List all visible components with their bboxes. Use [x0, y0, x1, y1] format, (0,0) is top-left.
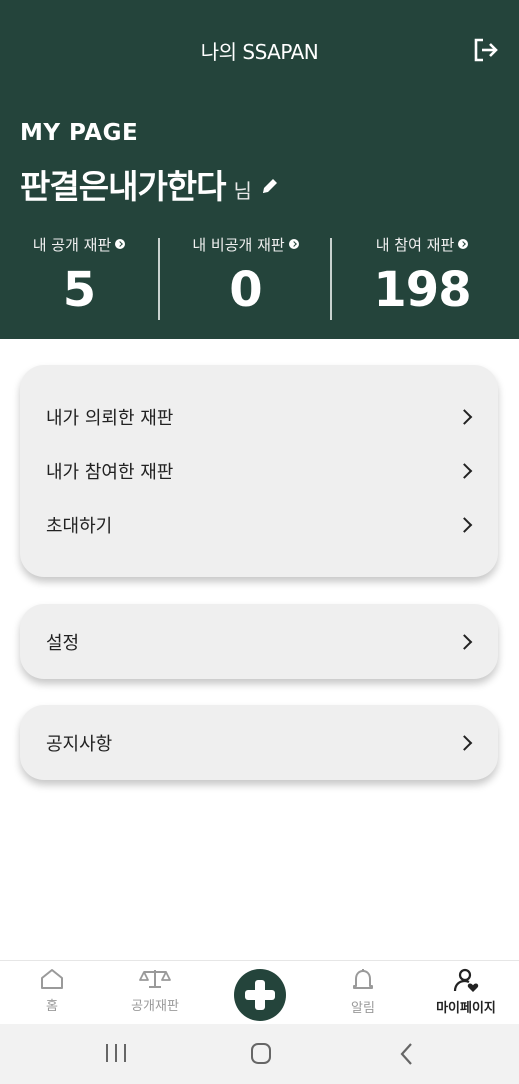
- menu-item-label: 공지사항: [46, 734, 113, 755]
- menu-item-notices[interactable]: 공지사항: [20, 716, 498, 770]
- nav-notifications[interactable]: 알림: [313, 961, 413, 1025]
- profile-header: 나의 SSAPAN MY PAGE 판결은내가한다 님 내 공개 재판 5 내 …: [0, 0, 519, 339]
- stat-value: 198: [373, 262, 471, 318]
- app-title: 나의 SSAPAN: [200, 40, 319, 64]
- bottom-nav: 홈 공개재판 알림 마이페이지: [0, 960, 519, 1024]
- stat-label: 내 공개 재판: [32, 235, 112, 254]
- menu-item-settings[interactable]: 설정: [20, 615, 498, 669]
- logout-icon: [474, 38, 498, 62]
- nav-label: 마이페이지: [436, 1001, 496, 1016]
- nav-mypage[interactable]: 마이페이지: [416, 961, 516, 1025]
- chevron-right-icon: [456, 735, 473, 751]
- menu-card-notices: 공지사항: [20, 705, 498, 780]
- stats-row: 내 공개 재판 5 내 비공개 재판 0 내 참여 재판 198: [0, 232, 519, 324]
- nav-home[interactable]: 홈: [2, 961, 102, 1025]
- recent-apps-icon[interactable]: [104, 1042, 128, 1064]
- menu-item-invite[interactable]: 초대하기: [20, 498, 498, 552]
- menu-item-label: 내가 참여한 재판: [46, 462, 174, 483]
- system-nav-bar: [0, 1024, 519, 1084]
- chevron-right-icon: [456, 409, 473, 425]
- chevron-circle-icon: [115, 239, 126, 249]
- stat-private-trials[interactable]: 내 비공개 재판 0: [160, 232, 331, 324]
- user-heart-icon: [453, 968, 479, 992]
- home-icon: [41, 969, 63, 989]
- user-row: 판결은내가한다 님: [20, 160, 280, 208]
- nav-label: 공개재판: [131, 999, 179, 1014]
- menu-item-label: 내가 의뢰한 재판: [46, 408, 174, 429]
- chevron-circle-icon: [288, 239, 299, 249]
- stat-label: 내 비공개 재판: [192, 235, 285, 254]
- pencil-icon[interactable]: [260, 176, 280, 196]
- create-trial-button[interactable]: [234, 969, 286, 1021]
- menu-card-settings: 설정: [20, 604, 498, 679]
- user-suffix: 님: [233, 179, 252, 203]
- chevron-right-icon: [456, 634, 473, 650]
- scale-icon: [139, 970, 171, 988]
- back-icon[interactable]: [396, 1042, 418, 1066]
- mypage-label: MY PAGE: [20, 120, 139, 146]
- home-button-icon[interactable]: [249, 1042, 273, 1066]
- nav-label: 알림: [351, 1001, 375, 1016]
- chevron-right-icon: [456, 517, 473, 533]
- stat-public-trials[interactable]: 내 공개 재판 5: [0, 232, 158, 324]
- menu-item-requested-trials[interactable]: 내가 의뢰한 재판: [20, 390, 498, 444]
- stat-value: 5: [62, 262, 96, 318]
- stat-joined-trials[interactable]: 내 참여 재판 198: [332, 232, 512, 324]
- chevron-right-icon: [456, 463, 473, 479]
- menu-item-label: 초대하기: [46, 516, 113, 537]
- nav-label: 홈: [46, 999, 58, 1014]
- stat-label: 내 참여 재판: [375, 235, 455, 254]
- stat-value: 0: [229, 262, 262, 318]
- menu-item-joined-trials[interactable]: 내가 참여한 재판: [20, 444, 498, 498]
- bell-icon: [353, 969, 373, 989]
- nav-public-trials[interactable]: 공개재판: [105, 961, 205, 1025]
- menu-item-label: 설정: [46, 633, 80, 654]
- menu-card-trials: 내가 의뢰한 재판 내가 참여한 재판 초대하기: [20, 365, 498, 577]
- user-name: 판결은내가한다: [20, 167, 227, 206]
- chevron-circle-icon: [458, 239, 469, 249]
- logout-button[interactable]: [472, 37, 500, 63]
